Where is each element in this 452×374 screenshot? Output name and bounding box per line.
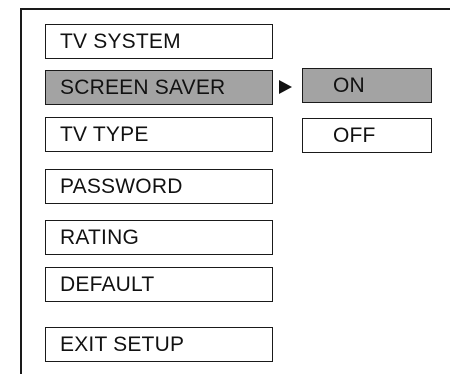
menu-item-default[interactable]: DEFAULT bbox=[45, 267, 273, 302]
menu-item-screen-saver[interactable]: SCREEN SAVER bbox=[45, 70, 273, 105]
menu-item-exit-setup[interactable]: EXIT SETUP bbox=[45, 327, 273, 362]
submenu-option-off[interactable]: OFF bbox=[302, 118, 432, 153]
menu-item-password[interactable]: PASSWORD bbox=[45, 169, 273, 204]
menu-item-tv-system[interactable]: TV SYSTEM bbox=[45, 24, 273, 59]
menu-item-rating[interactable]: RATING bbox=[45, 220, 273, 255]
menu-item-tv-type[interactable]: TV TYPE bbox=[45, 117, 273, 152]
submenu-option-on[interactable]: ON bbox=[302, 68, 432, 103]
right-triangle-arrow-icon bbox=[279, 80, 292, 94]
